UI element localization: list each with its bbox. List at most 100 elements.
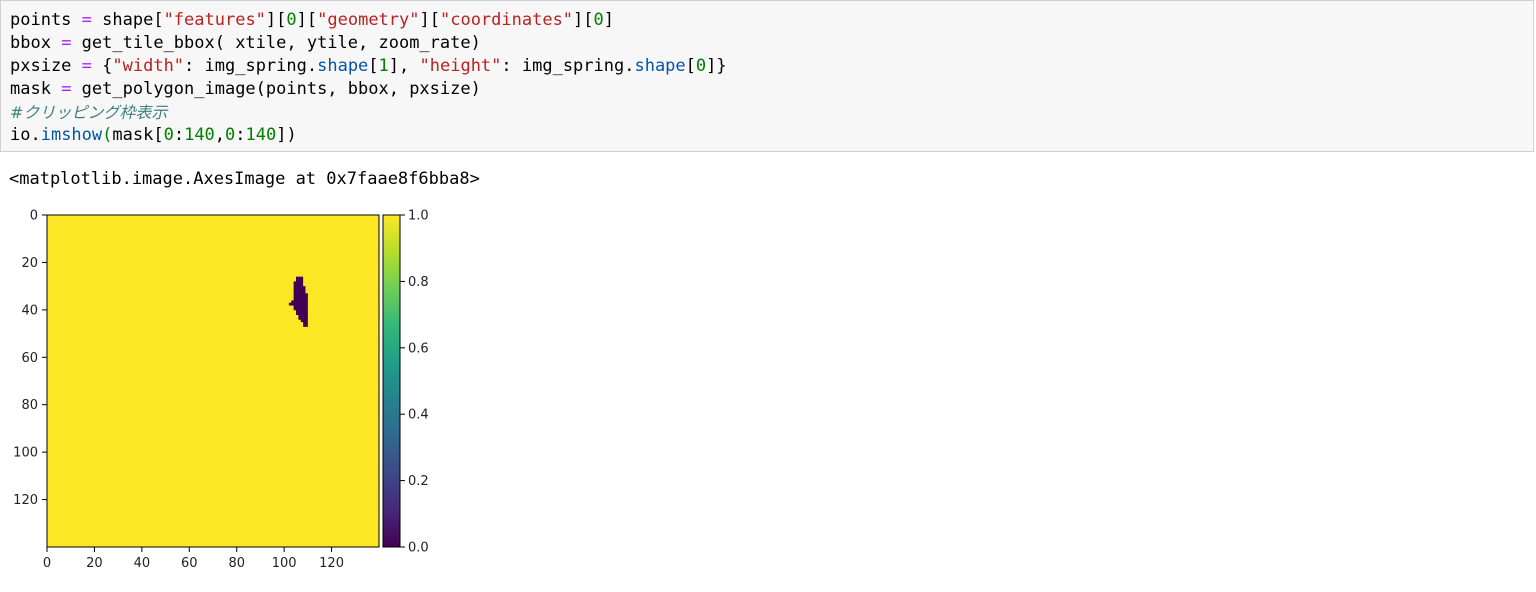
colorbar-tick-label: 0.2: [408, 474, 429, 489]
code-token: shape[: [91, 10, 164, 30]
heatmap-cell-low: [293, 290, 306, 294]
code-token: "width": [112, 56, 185, 76]
heatmap-cell-low: [291, 300, 308, 304]
code-token: points: [10, 10, 82, 30]
heatmap-cell-low: [296, 312, 308, 315]
code-line: #クリッピング枠表示: [10, 101, 727, 124]
heatmap-cell-low: [298, 314, 308, 318]
code-token: ][: [419, 10, 440, 30]
code-token: "height": [419, 56, 502, 76]
code-token: io.: [10, 125, 41, 145]
x-tick-label: 20: [86, 556, 103, 571]
code-token: shape: [317, 56, 369, 76]
colorbar-tick-label: 0.6: [408, 341, 429, 356]
code-token: "coordinates": [439, 10, 574, 30]
code-token: 1: [378, 56, 389, 76]
heatmap-cell-low: [303, 324, 308, 327]
code-token: ][: [265, 10, 287, 30]
heatmap-cell-low: [293, 281, 304, 285]
heatmap-cell-low: [293, 295, 308, 299]
code-line: io.imshow(mask[0:140,0:140]): [10, 124, 727, 147]
heatmap-cell-low: [298, 316, 308, 320]
code-token: 0: [225, 125, 236, 145]
code-token: mask: [10, 79, 62, 99]
code-token: {: [91, 56, 113, 76]
heatmap-cell-low: [293, 283, 304, 287]
code-token: [: [368, 56, 379, 76]
code-token: bbox: [10, 33, 62, 53]
code-token: ][: [573, 10, 594, 30]
heatmap-background: [47, 215, 379, 547]
code-token: ]: [603, 10, 615, 30]
code-token: ]): [276, 125, 297, 145]
y-tick-label: 120: [13, 493, 38, 508]
heatmap-cell-low: [293, 298, 308, 301]
code-token: [: [685, 56, 696, 76]
code-token: =: [81, 10, 92, 30]
heatmap-cell-low: [293, 305, 308, 308]
x-tick-label: 60: [181, 556, 198, 571]
code-token: ,: [214, 125, 226, 145]
code-token: : img_spring.: [501, 56, 635, 76]
heatmap-cell-low: [293, 293, 308, 297]
y-tick-label: 0: [30, 209, 38, 224]
code-token: shape: [634, 56, 686, 76]
code-token: :: [235, 125, 246, 145]
code-token: 140: [184, 125, 215, 145]
code-token: ][: [296, 10, 318, 30]
code-token: (: [102, 125, 113, 145]
code-line: pxsize = {"width": img_spring.shape[1], …: [10, 55, 727, 78]
code-token: 0: [695, 56, 707, 76]
code-token: 0: [286, 10, 297, 30]
heatmap-cell-low: [288, 302, 308, 306]
y-tick-label: 80: [21, 398, 38, 413]
heatmap-cell-low: [296, 276, 304, 280]
heatmap-cell-low: [296, 309, 308, 313]
code-line: bbox = get_tile_bbox( xtile, ytile, zoom…: [10, 32, 727, 55]
code-token: : img_spring.: [184, 56, 318, 76]
code-token: get_polygon_image(points, bbox, pxsize): [71, 79, 481, 99]
code-token: =: [81, 56, 92, 76]
y-tick-label: 40: [21, 303, 38, 318]
code-token: mask[: [112, 125, 164, 145]
code-token: pxsize: [10, 56, 82, 76]
heatmap-cell-low: [300, 319, 308, 323]
y-tick-label: 100: [13, 446, 38, 461]
colorbar-tick-label: 0.0: [408, 541, 429, 556]
heatmap-cell-low: [296, 279, 304, 282]
x-tick-label: 120: [319, 556, 344, 571]
colorbar-tick-label: 0.8: [408, 275, 429, 290]
cell-output-text: <matplotlib.image.AxesImage at 0x7faae8f…: [9, 169, 480, 189]
code-token: =: [61, 33, 72, 53]
code-token: 0: [593, 10, 604, 30]
code-token: #クリッピング枠表示: [10, 103, 168, 122]
code-token: =: [61, 79, 72, 99]
code-token: imshow: [40, 125, 103, 145]
code-token: 140: [245, 125, 277, 145]
code-line: mask = get_polygon_image(points, bbox, p…: [10, 78, 727, 101]
code-token: "geometry": [317, 10, 420, 30]
code-token: ]}: [706, 56, 727, 76]
heatmap-cell-low: [303, 321, 308, 325]
colorbar-gradient: [383, 215, 400, 547]
code-token: ],: [388, 56, 420, 76]
x-tick-label: 0: [43, 556, 51, 571]
colorbar-tick-label: 0.4: [408, 408, 429, 423]
code-token: :: [173, 125, 185, 145]
code-token: 0: [163, 125, 174, 145]
x-tick-label: 100: [272, 556, 297, 571]
code-line: points = shape["features"][0]["geometry"…: [10, 9, 727, 32]
code-token: get_tile_bbox( xtile, ytile, zoom_rate): [71, 33, 481, 53]
heatmap-cell-low: [293, 307, 308, 311]
code-cell[interactable]: points = shape["features"][0]["geometry"…: [0, 0, 1534, 152]
colorbar-tick-label: 1.0: [408, 209, 429, 224]
y-tick-label: 20: [21, 256, 38, 271]
heatmap-cell-low: [293, 288, 306, 292]
x-tick-label: 80: [228, 556, 245, 571]
y-tick-label: 60: [21, 351, 38, 366]
heatmap-cell-low: [293, 286, 306, 289]
imshow-plot: 0 20 40 60 80 100 120 0 20 40 60 80 100 120 0.0 0.2 0.4…: [13, 209, 429, 572]
code-token: "features": [163, 10, 266, 30]
code-editor[interactable]: points = shape["features"][0]["geometry"…: [10, 9, 727, 147]
x-tick-label: 40: [134, 556, 151, 571]
